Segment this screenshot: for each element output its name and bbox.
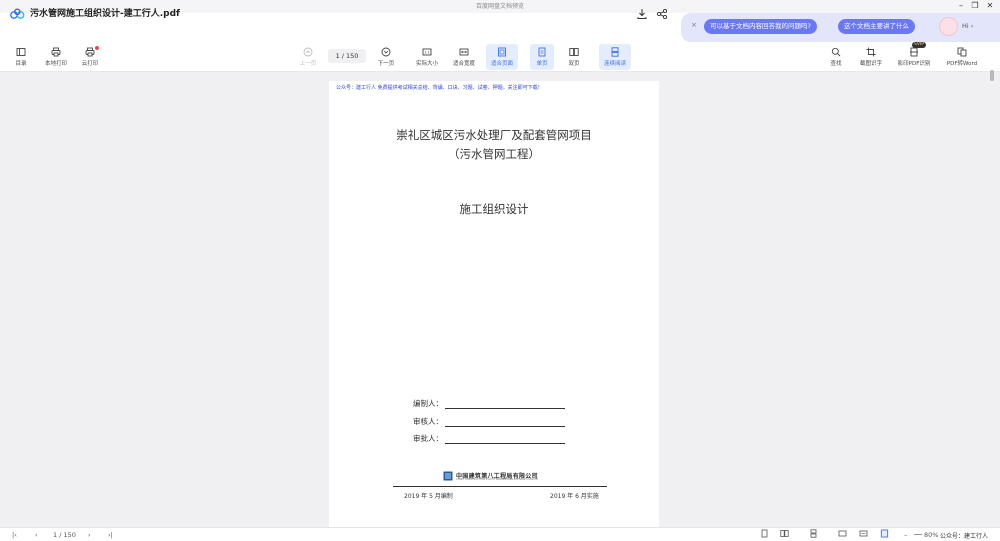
file-name: 污水管网施工组织设计-建工行人.pdf bbox=[30, 9, 180, 19]
single-page-button[interactable]: 单页 bbox=[530, 44, 554, 70]
single-page-view-icon[interactable] bbox=[760, 529, 769, 538]
bottom-watermark: 公众号：建工行人 bbox=[940, 533, 989, 540]
screenshot-ocr-label: 截图识字 bbox=[859, 61, 882, 67]
fit-width-button[interactable]: 适合宽度 bbox=[449, 44, 479, 70]
next-page-bottom-button[interactable]: › bbox=[88, 529, 91, 541]
cscec-logo-icon bbox=[443, 471, 453, 481]
convert-icon bbox=[957, 47, 967, 57]
fit-page-view-icon[interactable] bbox=[880, 529, 889, 538]
continuous-read-button[interactable]: 连续阅读 bbox=[599, 44, 631, 70]
next-page-label: 下一页 bbox=[377, 61, 395, 67]
signature-label: 审批人： bbox=[413, 434, 443, 443]
scan-pdf-icon bbox=[910, 47, 918, 57]
scrollbar-thumb[interactable] bbox=[990, 70, 994, 81]
ai-avatar[interactable] bbox=[939, 17, 958, 36]
prev-page-label: 上一页 bbox=[299, 61, 317, 67]
download-icon[interactable] bbox=[636, 8, 648, 20]
signature-compiler: 编制人： bbox=[413, 398, 565, 409]
double-page-icon bbox=[569, 48, 579, 56]
document-subtitle: 施工组织设计 bbox=[459, 202, 529, 216]
zoom-out-button[interactable]: – bbox=[904, 529, 907, 541]
window-title: 百度网盘文档预览 bbox=[475, 3, 524, 10]
toc-label: 目录 bbox=[15, 61, 27, 67]
continuous-read-icon bbox=[611, 47, 619, 57]
find-button[interactable]: 查找 bbox=[826, 44, 846, 70]
last-page-button[interactable]: ›| bbox=[108, 529, 113, 541]
ai-suggestion-chip-summary[interactable]: 这个文档主要讲了什么 bbox=[838, 19, 915, 34]
local-print-button[interactable]: 本地打印 bbox=[40, 44, 72, 70]
minimize-button[interactable]: – bbox=[954, 0, 968, 13]
single-page-icon bbox=[538, 47, 546, 57]
signature-label: 编制人： bbox=[413, 399, 443, 408]
double-page-label: 双页 bbox=[568, 61, 580, 67]
next-page-button[interactable]: 下一页 bbox=[374, 44, 398, 70]
date-implemented: 2019 年 6 月实施 bbox=[550, 493, 599, 500]
notification-dot bbox=[95, 46, 99, 50]
vertical-scrollbar[interactable] bbox=[987, 73, 1000, 527]
first-page-button[interactable]: |‹ bbox=[12, 529, 17, 541]
signature-label: 审核人： bbox=[413, 417, 443, 426]
ai-close-button[interactable]: × bbox=[691, 21, 697, 29]
printer-icon bbox=[51, 47, 61, 57]
screenshot-ocr-button[interactable]: 截图识字 bbox=[856, 44, 886, 70]
actual-size-label: 实际大小 bbox=[415, 61, 438, 67]
fit-width-icon bbox=[459, 48, 469, 56]
page-number-input[interactable]: 1 / 150 bbox=[328, 49, 366, 63]
fit-page-label: 适合页面 bbox=[490, 61, 513, 67]
date-compiled: 2019 年 5 月编制 bbox=[404, 493, 453, 500]
signature-reviewer: 审核人： bbox=[413, 416, 565, 427]
page-counter[interactable]: 1 / 150 bbox=[53, 529, 76, 541]
signature-line bbox=[445, 401, 565, 409]
prev-page-bottom-button[interactable]: ‹ bbox=[35, 529, 38, 541]
baidu-netdisk-logo-icon bbox=[10, 8, 25, 19]
zoom-level: 80% bbox=[924, 531, 939, 539]
pdf-to-word-button[interactable]: PDF转Word bbox=[943, 44, 981, 70]
company-english-name: CHINA CONSTRUCTION EIGHTH ENGINEERING DI… bbox=[456, 478, 539, 481]
local-print-label: 本地打印 bbox=[44, 61, 67, 67]
document-title-line1: 崇礼区城区污水处理厂及配套管网项目 bbox=[396, 128, 592, 142]
ai-suggestion-chip-qa[interactable]: 可以基于文档内容回答我的问题吗? bbox=[704, 19, 817, 34]
actual-size-view-icon[interactable] bbox=[838, 529, 847, 538]
cloud-print-label: 云打印 bbox=[81, 61, 99, 67]
share-icon[interactable] bbox=[656, 8, 668, 20]
document-title-line2: （污水管网工程） bbox=[448, 147, 540, 161]
continuous-view-icon[interactable] bbox=[809, 529, 818, 538]
zoom-slider[interactable] bbox=[914, 534, 922, 535]
ai-hi-button[interactable]: Hi › bbox=[962, 22, 973, 30]
single-page-label: 单页 bbox=[536, 61, 548, 67]
fit-width-view-icon[interactable] bbox=[859, 529, 868, 538]
scan-pdf-ocr-label: 影印PDF识别 bbox=[897, 61, 931, 67]
continuous-read-label: 连续阅读 bbox=[603, 61, 626, 67]
fit-page-button[interactable]: 适合页面 bbox=[486, 44, 518, 70]
restore-button[interactable]: ❐ bbox=[968, 0, 982, 13]
actual-size-icon: 1:1 bbox=[422, 48, 432, 56]
signature-line bbox=[445, 419, 565, 427]
arrow-up-circle-icon bbox=[303, 47, 313, 57]
arrow-down-circle-icon bbox=[381, 47, 391, 57]
signature-line bbox=[445, 436, 565, 444]
toc-icon bbox=[16, 48, 26, 56]
toc-button[interactable]: 目录 bbox=[10, 44, 32, 70]
crop-icon bbox=[866, 47, 876, 57]
close-window-button[interactable]: ✕ bbox=[983, 0, 997, 13]
double-page-view-icon[interactable] bbox=[780, 529, 789, 538]
cloud-printer-icon bbox=[85, 47, 95, 57]
svg-text:1:1: 1:1 bbox=[424, 51, 430, 55]
fit-page-icon bbox=[498, 47, 506, 57]
double-page-button[interactable]: 双页 bbox=[563, 44, 585, 70]
bottom-bar: |‹ ‹ 1 / 150 › ›| – 80% bbox=[0, 527, 1000, 541]
page-header-notice: 公众号：建工行人 免费提供考试相关总结、背诵、口诀、习题、试卷、押题。关注即可下… bbox=[336, 85, 543, 91]
signature-approver: 审批人： bbox=[413, 433, 565, 444]
fit-width-label: 适合宽度 bbox=[452, 61, 475, 67]
prev-page-button[interactable]: 上一页 bbox=[296, 44, 320, 70]
find-label: 查找 bbox=[830, 61, 842, 67]
search-icon bbox=[831, 47, 841, 57]
actual-size-button[interactable]: 1:1 实际大小 bbox=[412, 44, 442, 70]
pdf-to-word-label: PDF转Word bbox=[946, 61, 978, 67]
svip-badge: SVIP bbox=[912, 42, 926, 48]
footer-divider bbox=[393, 486, 607, 487]
